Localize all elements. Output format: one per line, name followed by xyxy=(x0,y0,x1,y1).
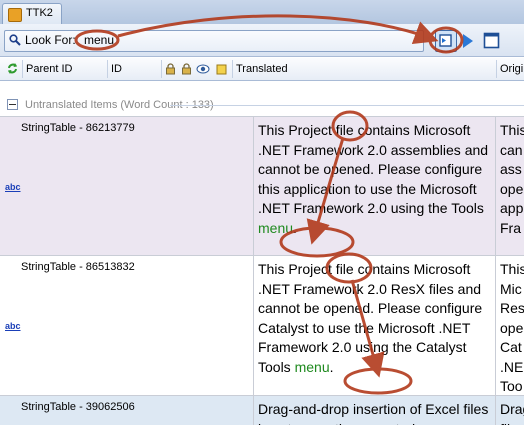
cell-line: This xyxy=(500,121,524,141)
cell-line: Res xyxy=(500,299,524,319)
collapse-toggle[interactable] xyxy=(7,99,18,110)
cell-line: Too xyxy=(500,377,524,397)
document-tab[interactable]: TTK2 xyxy=(2,3,62,24)
project-icon xyxy=(8,8,22,22)
lock-icon xyxy=(181,63,192,75)
cell-text: . xyxy=(293,220,297,236)
cell-line: ass xyxy=(500,160,524,180)
play-icon xyxy=(458,31,478,51)
translated-cell[interactable]: Drag-and-drop insertion of Excel files i… xyxy=(258,400,494,425)
original-cell: Dragfile xyxy=(500,400,524,425)
search-input[interactable] xyxy=(82,30,414,50)
cell-line: Drag xyxy=(500,400,524,420)
spellcheck-icon[interactable]: abc xyxy=(5,321,21,331)
cell-line: Fra xyxy=(500,219,524,239)
original-cell: ThisMicResopeCat.NEToo xyxy=(500,260,524,397)
column-id[interactable]: ID xyxy=(111,63,122,75)
spellcheck-icon[interactable]: abc xyxy=(5,182,21,192)
row-key: StringTable - 86213779 xyxy=(21,122,135,134)
translated-cell[interactable]: This Project file contains Microsoft .NE… xyxy=(258,260,494,377)
table-row[interactable]: StringTable - 86213779 abc This Project … xyxy=(0,116,524,255)
translated-cell[interactable]: This Project file contains Microsoft .NE… xyxy=(258,121,494,238)
divider xyxy=(170,105,524,106)
cell-text: Drag-and-drop insertion of Excel files i… xyxy=(258,401,488,425)
table-row[interactable]: StringTable - 39062506 Drag-and-drop ins… xyxy=(0,395,524,425)
original-cell: ThiscanassopeappFra xyxy=(500,121,524,238)
table-row[interactable]: StringTable - 86513832 abc This Project … xyxy=(0,255,524,395)
eye-icon xyxy=(196,63,210,75)
cell-line: Mic xyxy=(500,280,524,300)
column-original[interactable]: Origi xyxy=(500,63,523,75)
cell-line: ope xyxy=(500,319,524,339)
column-header: Parent ID ID Translated Origi xyxy=(0,58,524,81)
cell-text: . xyxy=(330,359,334,375)
search-icon xyxy=(9,34,21,46)
row-key: StringTable - 39062506 xyxy=(21,401,135,413)
cell-text: This Project file contains Microsoft .NE… xyxy=(258,261,482,375)
look-for-label: Look For: xyxy=(25,33,76,47)
tab-title: TTK2 xyxy=(26,7,53,19)
search-match: menu xyxy=(258,220,293,236)
window-icon xyxy=(482,31,502,51)
search-match: menu xyxy=(295,359,330,375)
cell-line: ope xyxy=(500,180,524,200)
note-icon xyxy=(216,64,227,75)
find-all-icon xyxy=(436,31,456,51)
cell-line: Cat xyxy=(500,338,524,358)
refresh-icon[interactable] xyxy=(6,62,19,75)
lock-icon xyxy=(165,63,176,75)
cell-text: This Project file contains Microsoft .NE… xyxy=(258,122,488,216)
row-key: StringTable - 86513832 xyxy=(21,261,135,273)
column-translated[interactable]: Translated xyxy=(236,63,288,75)
find-all-button[interactable] xyxy=(435,30,457,52)
cell-line: This xyxy=(500,260,524,280)
find-next-button[interactable] xyxy=(458,31,478,51)
cell-line: file xyxy=(500,420,524,425)
cell-line: .NE xyxy=(500,358,524,378)
cell-line: can xyxy=(500,141,524,161)
cell-line: app xyxy=(500,199,524,219)
column-parent-id[interactable]: Parent ID xyxy=(26,63,72,75)
close-find-button[interactable] xyxy=(482,31,502,51)
title-bar xyxy=(0,0,524,24)
